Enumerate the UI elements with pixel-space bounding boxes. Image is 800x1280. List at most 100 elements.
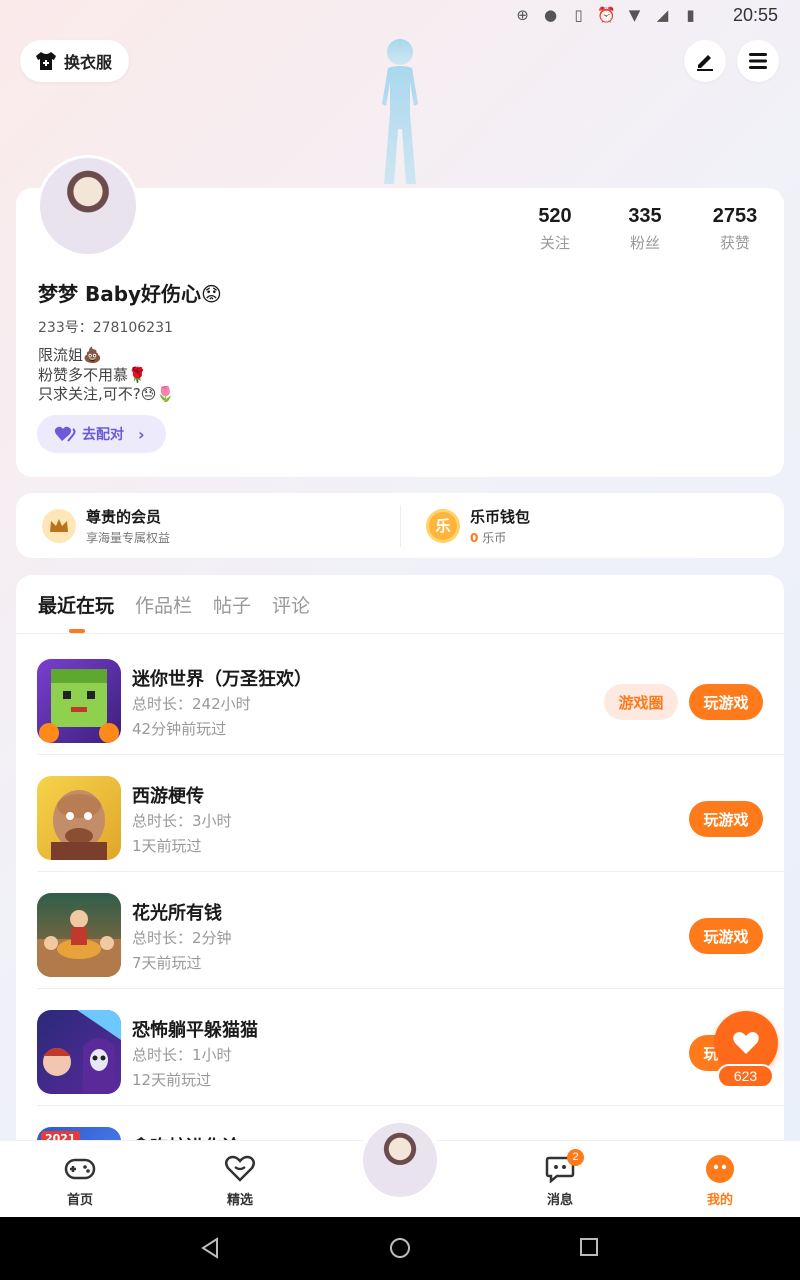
- game-row[interactable]: 西游梗传 总时长：3小时 1天前玩过 玩游戏: [16, 755, 784, 872]
- nav-messages[interactable]: 2 消息: [520, 1149, 600, 1208]
- nav-label: 我的: [706, 1193, 733, 1208]
- nav-avatar-button[interactable]: [358, 1118, 442, 1202]
- stat-fans-value: 335: [628, 205, 662, 227]
- vibrate-icon: ▯: [574, 6, 583, 24]
- stat-fans[interactable]: 335 粉丝: [600, 205, 690, 253]
- tab-comments[interactable]: 评论: [272, 591, 310, 618]
- avatar-figure[interactable]: [360, 34, 440, 188]
- profile-tabs: 最近在玩 作品栏 帖子 评论: [38, 591, 310, 633]
- stat-following-label: 关注: [539, 234, 570, 252]
- face-icon: [704, 1153, 736, 1185]
- home-icon[interactable]: [389, 1237, 411, 1259]
- nav-me[interactable]: 我的: [680, 1153, 760, 1208]
- bio-line: 只求关注,可不?😓🌷: [38, 385, 176, 403]
- data-saver-icon: ⊕: [516, 6, 529, 24]
- membership-wallet-card: 尊贵的会员 享海量专属权益 乐 乐币钱包 0 乐币: [16, 493, 784, 558]
- pencil-icon: [697, 55, 713, 71]
- change-outfit-label: 换衣服: [64, 53, 113, 72]
- vip-subtitle: 享海量专属权益: [86, 530, 171, 545]
- tab-recently-played[interactable]: 最近在玩: [38, 591, 114, 633]
- game-last-played: 42分钟前玩过: [132, 720, 227, 738]
- username: 梦梦 Baby好伤心😟: [38, 282, 222, 306]
- profile-avatar[interactable]: [37, 155, 139, 257]
- status-time: 20:55: [732, 5, 778, 25]
- pair-label: 去配对: [82, 427, 124, 443]
- game-circle-button[interactable]: 游戏圈: [604, 684, 678, 720]
- game-icon-mini-world: [37, 659, 121, 743]
- game-icon-journey-west: [37, 776, 121, 860]
- chat-icon: 2: [544, 1149, 584, 1185]
- location-icon: ●: [543, 6, 558, 24]
- game-row[interactable]: 恐怖躺平躲猫猫 总时长：1小时 12天前玩过 玩游戏: [16, 989, 784, 1106]
- game-duration: 总时长：1小时: [132, 1046, 232, 1064]
- edit-profile-button[interactable]: [684, 40, 726, 82]
- game-row[interactable]: 迷你世界（万圣狂欢） 总时长：242小时 42分钟前玩过 游戏圈 玩游戏: [16, 638, 784, 755]
- system-nav-bar: [0, 1217, 800, 1280]
- game-duration: 总时长：3小时: [132, 812, 232, 830]
- coin-unit: 乐币: [482, 530, 507, 545]
- signal-icon: ◢: [656, 6, 669, 24]
- nav-label: 消息: [546, 1193, 573, 1208]
- heart-icon: [733, 1032, 759, 1054]
- status-bar: ⊕ ● ▯ ⏰ ▼ ◢ ▮ 20:55: [0, 0, 800, 34]
- coin-amount: 0: [470, 530, 479, 545]
- play-game-button[interactable]: 玩游戏: [689, 918, 763, 954]
- game-name: 恐怖躺平躲猫猫: [132, 1020, 258, 1041]
- battery-icon: ▮: [686, 6, 695, 24]
- bio-line: 限流姐💩: [38, 346, 102, 364]
- bio: 限流姐💩 粉赞多不用慕🌹 只求关注,可不?😓🌷: [38, 346, 175, 405]
- game-icon-horror-hide-seek: [37, 1010, 121, 1094]
- status-icons: ⊕ ● ▯ ⏰ ▼ ◢ ▮: [513, 6, 700, 25]
- game-icon-spend-all-money: [37, 893, 121, 977]
- like-count: 623: [717, 1064, 774, 1088]
- crown-icon: [42, 508, 76, 543]
- wifi-icon: ▼: [628, 6, 641, 24]
- vip-membership[interactable]: 尊贵的会员 享海量专属权益: [16, 493, 400, 558]
- change-outfit-button[interactable]: 换衣服: [20, 40, 129, 82]
- game-duration: 总时长：2分钟: [132, 929, 232, 947]
- game-name: 西游梗传: [132, 786, 204, 807]
- nav-label: 首页: [66, 1193, 93, 1208]
- game-row[interactable]: 花光所有钱 总时长：2分钟 7天前玩过 玩游戏: [16, 872, 784, 989]
- game-last-played: 1天前玩过: [132, 837, 202, 855]
- play-game-button[interactable]: 玩游戏: [689, 801, 763, 837]
- tab-works[interactable]: 作品栏: [135, 591, 192, 618]
- play-game-button[interactable]: 玩游戏: [689, 684, 763, 720]
- shirt-icon: [36, 52, 56, 70]
- game-name: 花光所有钱: [132, 903, 222, 924]
- user-id: 233号：278106231: [38, 320, 173, 336]
- stat-following[interactable]: 520 关注: [510, 205, 600, 253]
- profile-stats: 520 关注 335 粉丝 2753 获赞: [510, 205, 780, 253]
- game-last-played: 7天前玩过: [132, 954, 202, 972]
- nav-label: 精选: [226, 1193, 253, 1208]
- games-panel: 最近在玩 作品栏 帖子 评论 迷你世界（万圣狂欢） 总时长：242小时 42分钟…: [16, 575, 784, 1175]
- bio-line: 粉赞多不用慕🌹: [38, 365, 147, 384]
- game-name: 迷你世界（万圣狂欢）: [132, 669, 312, 690]
- nav-home[interactable]: 首页: [40, 1153, 120, 1208]
- recents-icon[interactable]: [579, 1237, 599, 1257]
- stat-following-value: 520: [538, 205, 572, 227]
- game-duration: 总时长：242小时: [132, 695, 251, 713]
- tab-posts[interactable]: 帖子: [213, 591, 251, 618]
- nav-featured[interactable]: 精选: [200, 1153, 280, 1208]
- vip-title: 尊贵的会员: [86, 507, 162, 526]
- chevron-right-icon: ›: [138, 424, 145, 444]
- coin-wallet-title: 乐币钱包: [470, 507, 531, 526]
- coin-balance: 0 乐币: [470, 529, 530, 546]
- stat-likes-value: 2753: [712, 205, 758, 227]
- alarm-icon: ⏰: [597, 6, 616, 24]
- divider: [16, 633, 784, 634]
- heart-outline-icon: [224, 1153, 256, 1185]
- hamburger-icon: [749, 53, 767, 69]
- coin-icon: 乐: [426, 508, 460, 543]
- menu-button[interactable]: [737, 40, 779, 82]
- coin-wallet[interactable]: 乐 乐币钱包 0 乐币: [400, 493, 784, 558]
- stat-likes-label: 获赞: [719, 234, 750, 252]
- pair-button[interactable]: 去配对 ›: [37, 415, 166, 453]
- gamepad-icon: [64, 1153, 96, 1185]
- back-icon[interactable]: [200, 1237, 220, 1259]
- message-badge: 2: [567, 1149, 584, 1166]
- hearts-icon: [54, 426, 76, 442]
- game-last-played: 12天前玩过: [132, 1071, 212, 1089]
- stat-likes[interactable]: 2753 获赞: [690, 205, 780, 253]
